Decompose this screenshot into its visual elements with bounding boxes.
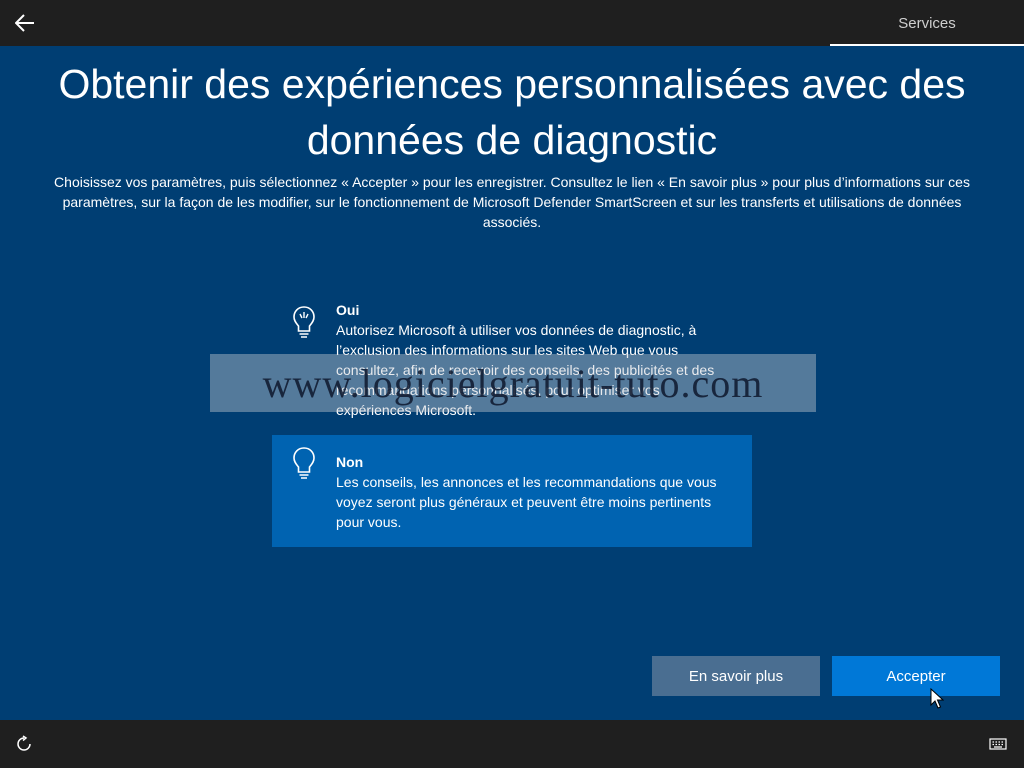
ease-of-access-icon bbox=[17, 735, 31, 751]
arrow-left-icon bbox=[15, 14, 34, 32]
section-label-services: Services bbox=[898, 14, 956, 32]
option-non[interactable]: Non Les conseils, les annonces et les re… bbox=[272, 435, 752, 547]
page-description: Choisissez vos paramètres, puis sélectio… bbox=[54, 174, 970, 230]
mouse-cursor-icon bbox=[930, 688, 944, 709]
keyboard-button[interactable] bbox=[988, 734, 1010, 754]
bottom-bar bbox=[0, 720, 1024, 768]
lightbulb-on-icon bbox=[293, 306, 315, 338]
accept-button[interactable]: Accepter bbox=[832, 656, 1000, 696]
option-oui-title: Oui bbox=[336, 302, 360, 318]
section-progress-indicator bbox=[830, 44, 1024, 46]
option-non-title: Non bbox=[336, 454, 364, 470]
accessibility-button[interactable] bbox=[12, 732, 36, 756]
keyboard-icon bbox=[989, 738, 1007, 750]
watermark-text: www.logicielgratuit-tuto.com bbox=[210, 354, 816, 412]
page-title: Obtenir des expériences personnalisées a… bbox=[58, 61, 966, 163]
option-non-description: Les conseils, les annonces et les recomm… bbox=[336, 474, 717, 530]
learn-more-button[interactable]: En savoir plus bbox=[652, 656, 820, 696]
lightbulb-icon bbox=[293, 447, 315, 479]
back-button[interactable] bbox=[8, 6, 42, 40]
